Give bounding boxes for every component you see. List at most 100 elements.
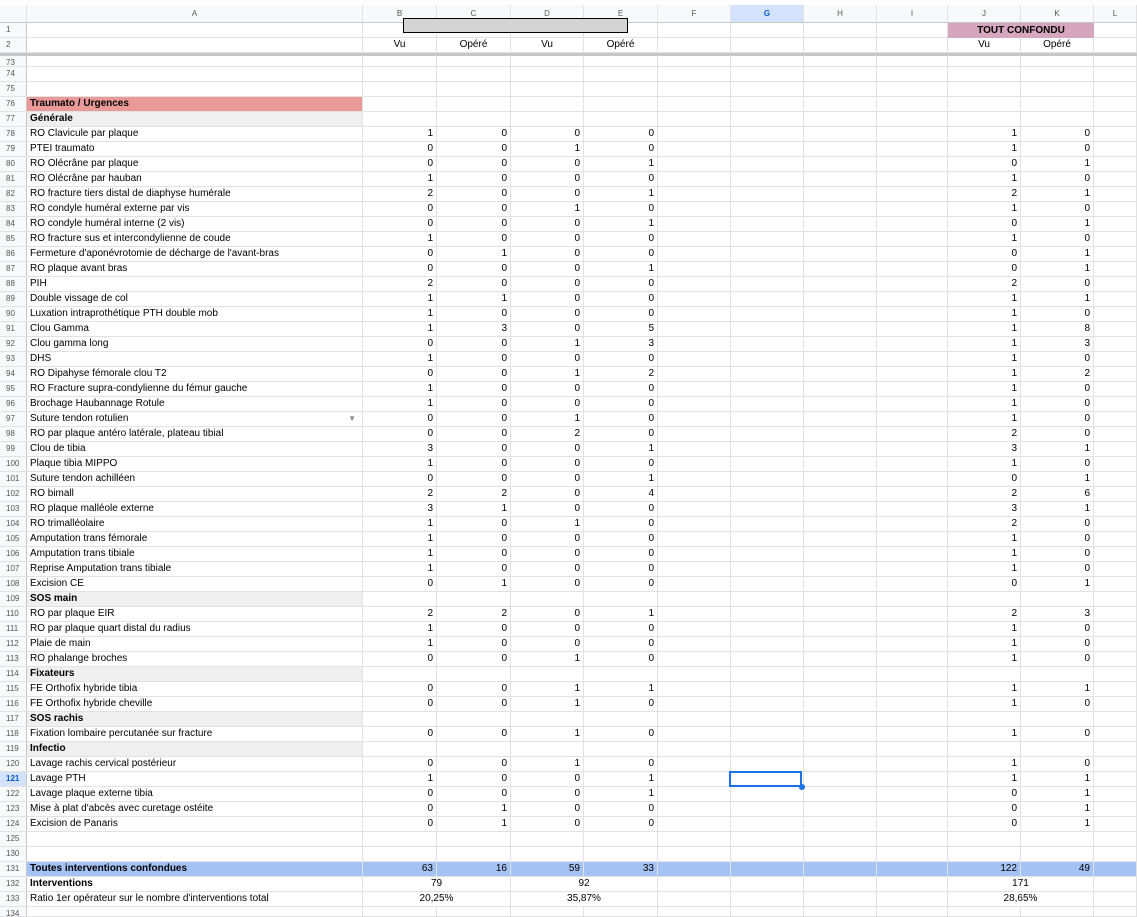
cell[interactable] [1094,802,1137,816]
cell[interactable] [731,127,804,141]
cell[interactable] [511,56,584,66]
cell[interactable] [363,67,437,81]
row-header[interactable]: 121 [0,772,27,786]
cell[interactable] [804,832,877,846]
value-cell-j[interactable]: 0 [948,472,1021,486]
cell[interactable] [731,622,804,636]
row-header[interactable]: 1 [0,23,27,37]
cell[interactable] [804,472,877,486]
cell[interactable] [1094,307,1137,321]
cell[interactable] [804,127,877,141]
value-cell-k[interactable]: 0 [1021,277,1094,291]
cell[interactable] [1094,97,1137,111]
value-cell-d[interactable]: 0 [511,577,584,591]
merged-value-cell[interactable]: 35,87% [511,892,658,906]
value-cell-e[interactable]: 0 [584,142,658,156]
value-cell-b[interactable]: 0 [363,142,437,156]
cell[interactable] [1094,622,1137,636]
value-cell-k[interactable]: 0 [1021,127,1094,141]
value-cell-d[interactable]: 0 [511,802,584,816]
value-cell-k[interactable]: 0 [1021,202,1094,216]
cell[interactable] [731,292,804,306]
value-cell-c[interactable]: 2 [437,487,511,501]
cell[interactable] [731,67,804,81]
row-header[interactable]: 88 [0,277,27,291]
cell[interactable] [658,382,731,396]
column-header-h[interactable]: H [804,5,877,22]
value-cell-c[interactable]: 0 [437,172,511,186]
value-cell-b[interactable]: 1 [363,307,437,321]
value-cell-b[interactable]: 0 [363,157,437,171]
row-label[interactable]: RO condyle huméral interne (2 vis) [27,217,363,231]
cell[interactable] [731,352,804,366]
cell[interactable] [804,38,877,52]
value-cell-k[interactable]: 0 [1021,352,1094,366]
cell[interactable] [877,517,948,531]
value-cell-j[interactable]: 2 [948,187,1021,201]
cell[interactable] [1094,322,1137,336]
cell[interactable] [1094,787,1137,801]
value-cell-e[interactable]: 1 [584,262,658,276]
cell[interactable] [658,187,731,201]
cell[interactable] [27,67,363,81]
cell[interactable] [658,817,731,831]
value-cell-c[interactable]: 0 [437,787,511,801]
cell[interactable] [1021,112,1094,126]
value-cell-e[interactable]: 0 [584,457,658,471]
row-header[interactable]: 93 [0,352,27,366]
cell[interactable] [658,322,731,336]
cell[interactable] [731,427,804,441]
value-cell-d[interactable]: 0 [511,442,584,456]
cell[interactable] [658,427,731,441]
value-cell-b[interactable]: 0 [363,427,437,441]
cell[interactable] [1094,832,1137,846]
value-cell-b[interactable]: 1 [363,292,437,306]
cell[interactable] [1094,532,1137,546]
cell[interactable] [1094,56,1137,66]
cell[interactable] [658,637,731,651]
cell[interactable] [731,532,804,546]
row-header[interactable]: 87 [0,262,27,276]
cell[interactable] [877,892,948,906]
cell[interactable] [1094,23,1137,37]
cell[interactable] [877,56,948,66]
cell[interactable] [731,97,804,111]
cell[interactable] [804,142,877,156]
cell[interactable] [731,307,804,321]
value-cell-c[interactable]: 0 [437,382,511,396]
value-cell-c[interactable]: 1 [437,502,511,516]
row-label[interactable]: Interventions [27,877,363,891]
value-cell-j[interactable]: 1 [948,202,1021,216]
value-cell-d[interactable]: 0 [511,217,584,231]
row-label[interactable]: Clou de tibia [27,442,363,456]
value-cell-k[interactable]: 0 [1021,412,1094,426]
cell[interactable] [804,727,877,741]
value-cell-k[interactable]: 1 [1021,157,1094,171]
value-cell-j[interactable]: 1 [948,292,1021,306]
cell[interactable] [1094,292,1137,306]
value-cell-b[interactable]: 1 [363,382,437,396]
value-cell-d[interactable]: 0 [511,157,584,171]
row-label[interactable]: Amputation trans tibiale [27,547,363,561]
cell[interactable] [804,232,877,246]
cell[interactable] [877,847,948,861]
row-label[interactable]: SOS rachis [27,712,363,726]
cell[interactable] [877,382,948,396]
cell[interactable] [731,382,804,396]
row-header[interactable]: 94 [0,367,27,381]
value-cell-j[interactable]: 1 [948,637,1021,651]
cell[interactable] [804,637,877,651]
cell[interactable] [584,907,658,916]
cell[interactable] [1094,367,1137,381]
cell[interactable] [877,127,948,141]
cell[interactable] [877,532,948,546]
row-header[interactable]: 74 [0,67,27,81]
value-cell-k[interactable]: 1 [1021,217,1094,231]
value-cell-e[interactable]: 0 [584,202,658,216]
cell[interactable] [804,697,877,711]
cell[interactable] [804,802,877,816]
cell[interactable] [731,202,804,216]
value-cell-j[interactable]: 0 [948,262,1021,276]
value-cell-j[interactable]: 1 [948,397,1021,411]
value-cell-e[interactable]: 0 [584,307,658,321]
